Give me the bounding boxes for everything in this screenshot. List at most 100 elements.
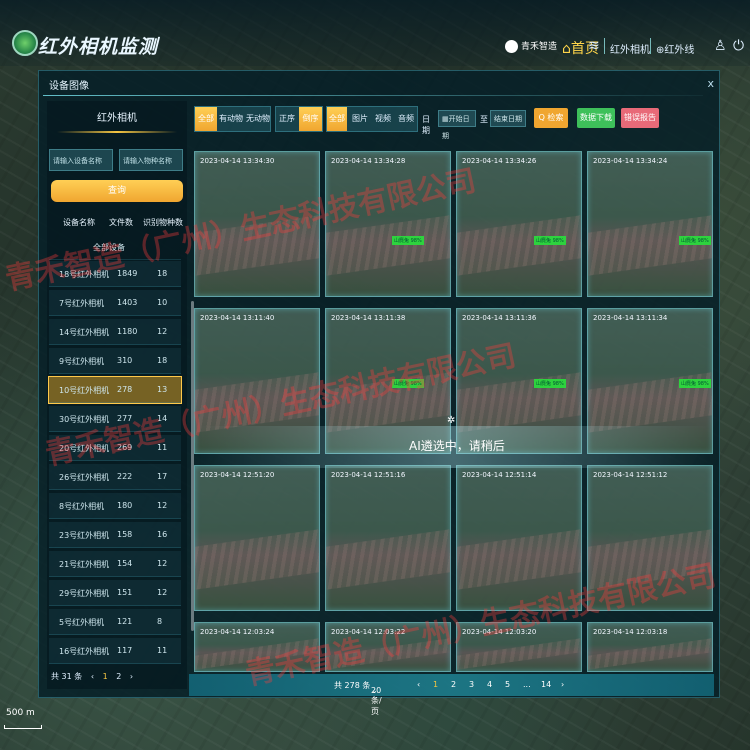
image-timestamp: 2023-04-14 12:51:20 bbox=[200, 471, 275, 479]
file-count: 158 bbox=[117, 530, 133, 539]
panel-title: 红外相机 bbox=[97, 113, 137, 124]
query-button[interactable]: 查询 bbox=[51, 180, 183, 202]
left-page-1[interactable]: 1 bbox=[103, 672, 108, 681]
image-pagination: 共 278 条 20条/页 ⌄ ‹ 1 2 3 4 5 ... 14 › bbox=[189, 674, 714, 716]
media-all[interactable]: 全部 bbox=[327, 107, 347, 131]
camera-image-card[interactable]: 2023-04-14 12:51:16 bbox=[325, 465, 451, 611]
camera-image-card[interactable]: 2023-04-14 12:03:20 bbox=[456, 622, 582, 672]
file-count: 1180 bbox=[117, 327, 138, 336]
image-timestamp: 2023-04-14 12:51:14 bbox=[462, 471, 537, 479]
list-item[interactable]: 7号红外相机 1403 10 bbox=[49, 290, 181, 316]
list-item[interactable]: 30号红外相机 277 14 bbox=[49, 406, 181, 432]
error-report-button[interactable]: 错误报告 bbox=[621, 108, 659, 128]
power-icon[interactable]: ⏻ bbox=[733, 38, 744, 54]
camera-image-card[interactable]: 2023-04-14 12:51:12 bbox=[587, 465, 713, 611]
page-3[interactable]: 3 bbox=[469, 680, 474, 689]
layers-icon[interactable]: ≋ bbox=[588, 38, 600, 54]
list-item-label: 全部设备 bbox=[93, 243, 125, 252]
page-4[interactable]: 4 bbox=[487, 680, 492, 689]
species-detection-tag: 山麂兔 98% bbox=[392, 379, 424, 388]
device-name: 14号红外相机 bbox=[59, 328, 110, 337]
species-detection-tag: 山麂兔 98% bbox=[534, 379, 566, 388]
camera-image-card[interactable]: 2023-04-14 12:51:20 bbox=[194, 465, 320, 611]
media-video[interactable]: 视频 bbox=[372, 107, 394, 131]
device-name-input[interactable]: 请输入设备名称 bbox=[49, 149, 113, 171]
camera-image-card[interactable]: 2023-04-14 13:34:28 山麂兔 98% bbox=[325, 151, 451, 297]
file-count: 1403 bbox=[117, 298, 138, 307]
list-item[interactable]: 18号红外相机 1849 18 bbox=[49, 261, 181, 287]
list-item[interactable]: 14号红外相机 1180 12 bbox=[49, 319, 181, 345]
media-audio[interactable]: 音频 bbox=[395, 107, 417, 131]
sort-asc[interactable]: 正序 bbox=[276, 107, 298, 131]
prev-page-button[interactable]: ‹ bbox=[417, 680, 420, 689]
media-type-group: 全部 图片 视频 音频 bbox=[326, 106, 418, 132]
chevron-down-icon: ⌄ bbox=[371, 686, 378, 695]
list-item[interactable]: 16号红外相机 117 11 bbox=[49, 638, 181, 664]
species-count: 10 bbox=[157, 298, 168, 307]
device-name: 21号红外相机 bbox=[59, 560, 110, 569]
image-timestamp: 2023-04-14 12:03:22 bbox=[331, 628, 406, 636]
top-header: 红外相机监测 青禾智造 ⌂首页 ≋ 红外相机 ⊕红外线 ♙ ⏻ bbox=[0, 0, 750, 66]
list-item[interactable]: 10号红外相机 278 13 bbox=[48, 376, 182, 404]
end-date-input[interactable]: 结束日期 bbox=[490, 110, 526, 127]
download-button[interactable]: 数据下载 bbox=[577, 108, 615, 128]
list-item-all-devices[interactable]: 全部设备 bbox=[49, 234, 181, 260]
table-header: 设备名称 文件数 识别物种数 bbox=[47, 211, 187, 233]
species-count: 11 bbox=[157, 443, 168, 452]
brand-name: 青禾智造 bbox=[521, 42, 558, 52]
list-item[interactable]: 9号红外相机 310 18 bbox=[49, 348, 181, 374]
page-5[interactable]: 5 bbox=[505, 680, 510, 689]
list-item[interactable]: 21号红外相机 154 12 bbox=[49, 551, 181, 577]
camera-image-card[interactable]: 2023-04-14 12:03:24 bbox=[194, 622, 320, 672]
list-item[interactable]: 20号红外相机 269 11 bbox=[49, 435, 181, 461]
filter-with-animal[interactable]: 有动物 bbox=[218, 107, 244, 131]
media-image[interactable]: 图片 bbox=[349, 107, 371, 131]
search-button[interactable]: Q 检索 bbox=[534, 108, 568, 128]
page-2[interactable]: 2 bbox=[451, 680, 456, 689]
left-next-button[interactable]: › bbox=[130, 672, 133, 681]
page-ellipsis[interactable]: ... bbox=[523, 680, 531, 689]
camera-image-card[interactable]: 2023-04-14 12:03:22 bbox=[325, 622, 451, 672]
species-count: 17 bbox=[157, 472, 168, 481]
nav-infrared-label: 红外线 bbox=[664, 45, 695, 56]
camera-image-card[interactable]: 2023-04-14 13:34:24 山麂兔 98% bbox=[587, 151, 713, 297]
list-item[interactable]: 26号红外相机 222 17 bbox=[49, 464, 181, 490]
list-item[interactable]: 5号红外相机 121 8 bbox=[49, 609, 181, 635]
nav-infrared-camera[interactable]: 红外相机 bbox=[610, 41, 650, 56]
user-icon[interactable]: ♙ bbox=[714, 38, 727, 54]
species-count: 18 bbox=[157, 356, 168, 365]
calendar-icon: ▦ bbox=[442, 115, 449, 123]
sort-desc[interactable]: 倒序 bbox=[299, 107, 322, 131]
list-item[interactable]: 23号红外相机 158 16 bbox=[49, 522, 181, 548]
filter-no-animal[interactable]: 无动物 bbox=[245, 107, 271, 131]
nav-divider bbox=[650, 38, 651, 54]
date-label: 日期 bbox=[422, 115, 430, 135]
close-icon[interactable]: x bbox=[707, 77, 714, 90]
app-title: 红外相机监测 bbox=[38, 36, 159, 58]
panel-title-underline bbox=[57, 131, 177, 133]
left-page-2[interactable]: 2 bbox=[116, 672, 121, 681]
list-item[interactable]: 29号红外相机 151 12 bbox=[49, 580, 181, 606]
device-name: 8号红外相机 bbox=[59, 502, 105, 511]
camera-image-card[interactable]: 2023-04-14 12:51:14 bbox=[456, 465, 582, 611]
species-count: 12 bbox=[157, 327, 168, 336]
list-item[interactable]: 8号红外相机 180 12 bbox=[49, 493, 181, 519]
file-count: 154 bbox=[117, 559, 133, 568]
camera-image-card[interactable]: 2023-04-14 12:03:18 bbox=[587, 622, 713, 672]
image-timestamp: 2023-04-14 13:11:38 bbox=[331, 314, 406, 322]
next-page-button[interactable]: › bbox=[561, 680, 564, 689]
image-timestamp: 2023-04-14 13:11:40 bbox=[200, 314, 275, 322]
species-count: 12 bbox=[157, 501, 168, 510]
camera-image-card[interactable]: 2023-04-14 13:34:26 山麂兔 98% bbox=[456, 151, 582, 297]
file-count: 310 bbox=[117, 356, 133, 365]
left-prev-button[interactable]: ‹ bbox=[91, 672, 94, 681]
page-1[interactable]: 1 bbox=[433, 680, 438, 689]
start-date-input[interactable]: ▦开始日期 bbox=[438, 110, 476, 140]
species-name-input[interactable]: 请输入物种名称 bbox=[119, 149, 183, 171]
nav-infrared[interactable]: ⊕红外线 bbox=[656, 41, 694, 56]
device-name: 23号红外相机 bbox=[59, 531, 110, 540]
filter-all[interactable]: 全部 bbox=[195, 107, 217, 131]
left-total: 共 31 条 bbox=[51, 672, 83, 681]
camera-image-card[interactable]: 2023-04-14 13:34:30 bbox=[194, 151, 320, 297]
page-14[interactable]: 14 bbox=[541, 680, 551, 689]
